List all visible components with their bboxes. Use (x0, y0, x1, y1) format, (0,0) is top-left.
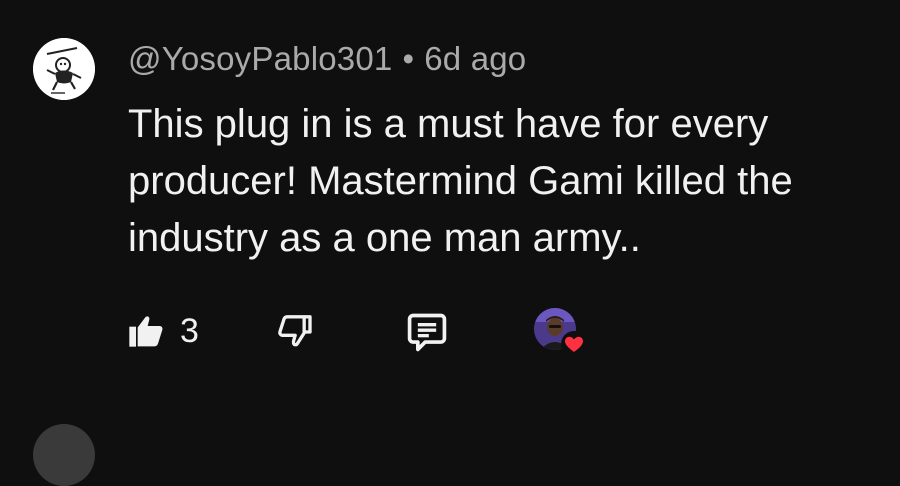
meta-separator: • (402, 40, 415, 77)
author-handle[interactable]: @YosoyPablo301 (128, 40, 392, 77)
creator-heart (534, 308, 590, 360)
creator-heart-icon (560, 330, 588, 358)
like-count: 3 (180, 312, 199, 350)
thumbs-down-icon (278, 315, 312, 347)
comment-action-bar: 3 (0, 300, 900, 360)
comment-thread: @YosoyPablo301 • 6d ago This plug in is a … (0, 0, 900, 486)
comment-text: This plug in is a must have for every pr… (128, 102, 793, 260)
comment-timestamp[interactable]: 6d ago (424, 40, 526, 77)
comment-meta: @YosoyPablo301 • 6d ago (128, 40, 526, 78)
reply-comment-icon (407, 313, 447, 352)
dislike-button[interactable] (272, 308, 318, 354)
next-comment-avatar[interactable] (33, 424, 95, 486)
author-avatar[interactable] (33, 38, 95, 100)
avatar-illustration-icon (33, 38, 95, 100)
reply-button[interactable] (403, 308, 451, 356)
thumbs-up-icon (129, 316, 163, 347)
like-button[interactable] (124, 308, 168, 352)
